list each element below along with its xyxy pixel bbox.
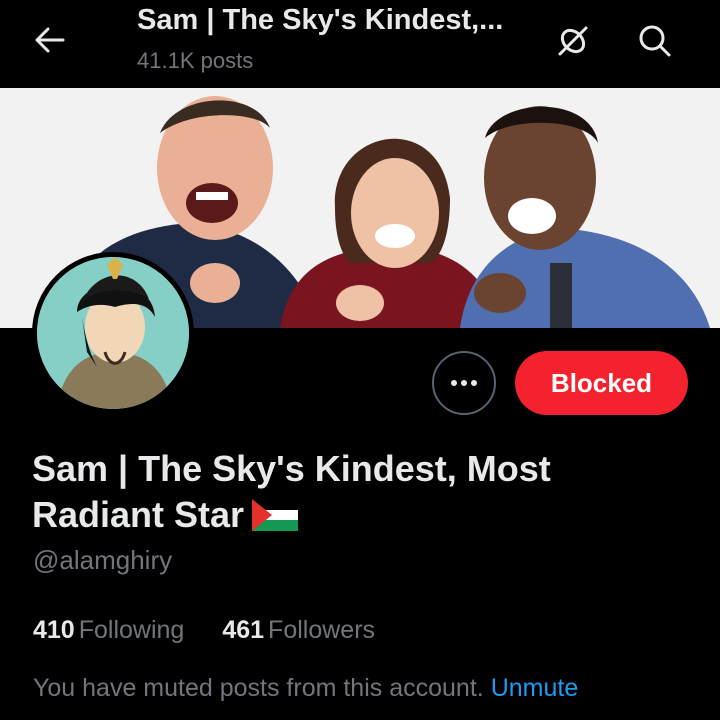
more-dots-icon (451, 380, 477, 386)
avatar-image (37, 257, 189, 409)
search-button[interactable] (630, 16, 680, 66)
profile-handle: @alamghiry (33, 545, 173, 575)
follow-stats: 410 Following 461 Followers (33, 616, 375, 645)
profile-avatar[interactable] (32, 252, 194, 414)
following-count: 410 (33, 616, 75, 644)
muted-notice-text: You have muted posts from this account. (33, 674, 484, 702)
blocked-button[interactable]: Blocked (515, 351, 688, 415)
back-arrow-icon (35, 27, 65, 53)
palestine-flag-icon (252, 496, 299, 542)
satellite-off-icon (558, 26, 588, 56)
following-stat[interactable]: 410 Following (33, 616, 184, 645)
followers-label: Followers (268, 616, 376, 644)
search-icon (639, 25, 671, 57)
profile-display-name: Sam | The Sky's Kindest, Most Radiant St… (32, 446, 672, 542)
back-button[interactable] (24, 18, 76, 62)
top-header: Sam | The Sky's Kindest,... 41.1K posts (0, 0, 720, 88)
followers-stat[interactable]: 461 Followers (222, 616, 375, 645)
more-options-button[interactable] (432, 351, 496, 415)
post-count: 41.1K posts (137, 48, 254, 73)
header-title: Sam | The Sky's Kindest,... (137, 4, 504, 36)
following-label: Following (78, 616, 185, 644)
satellite-button[interactable] (548, 16, 598, 66)
followers-count: 461 (222, 616, 265, 644)
unmute-link[interactable]: Unmute (491, 674, 579, 702)
muted-notice: You have muted posts from this account. … (33, 674, 578, 703)
profile-page: Sam | The Sky's Kindest,... 41.1K posts (0, 0, 720, 720)
